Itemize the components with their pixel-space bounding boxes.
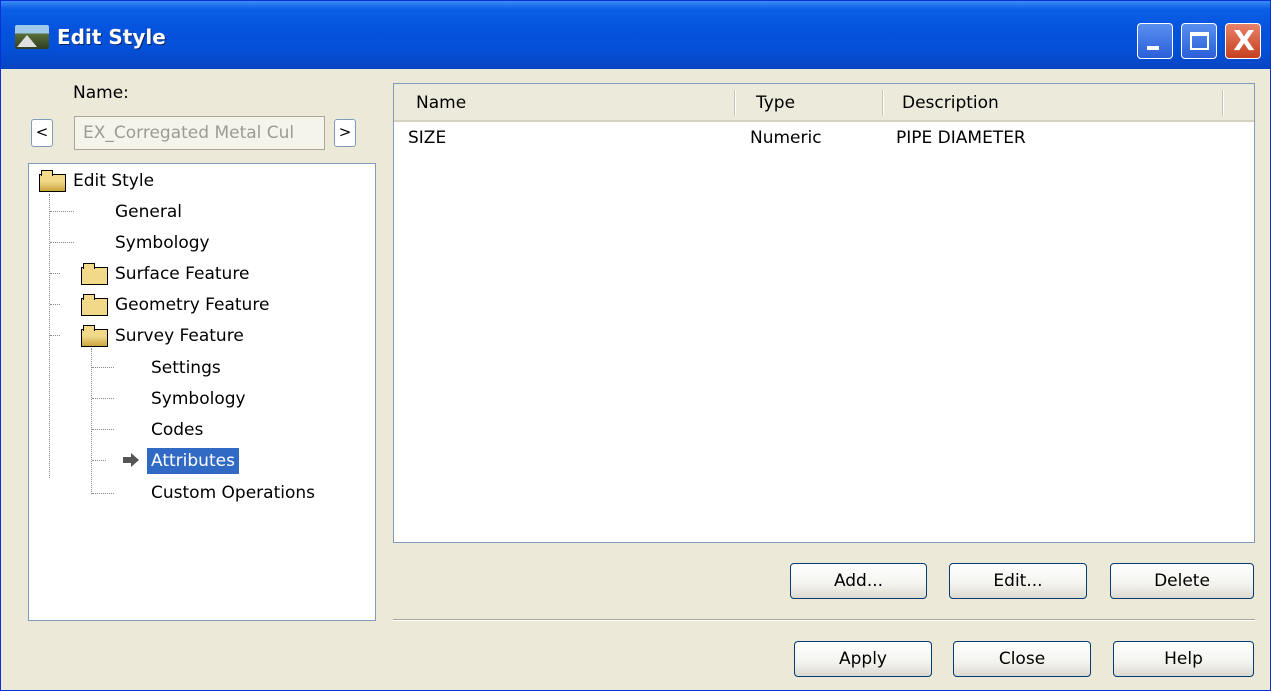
name-label: Name: xyxy=(73,83,129,103)
tree-item-symbology[interactable]: Symbology xyxy=(115,230,210,256)
style-tree[interactable]: Edit Style General Symbology Surface Fea… xyxy=(28,163,376,621)
tree-connector-line xyxy=(50,211,74,212)
help-button[interactable]: Help xyxy=(1113,641,1254,677)
delete-button[interactable]: Delete xyxy=(1110,563,1254,599)
tree-connector-line xyxy=(92,493,114,494)
close-button[interactable]: Close xyxy=(953,641,1091,677)
cell-type: Numeric xyxy=(750,128,822,148)
close-icon: X xyxy=(1233,24,1255,57)
tree-connector-line xyxy=(91,348,92,494)
edit-button[interactable]: Edit... xyxy=(949,563,1087,599)
app-landscape-icon xyxy=(15,25,49,49)
tree-connector-line xyxy=(92,460,106,461)
column-header-type[interactable]: Type xyxy=(742,84,795,120)
style-name-field: EX_Corregated Metal Cul xyxy=(74,116,325,150)
next-style-button[interactable]: > xyxy=(334,119,356,147)
tree-item-general[interactable]: General xyxy=(115,199,182,225)
folder-icon xyxy=(81,263,108,285)
tree-connector-line xyxy=(92,398,114,399)
tree-connector-line xyxy=(92,367,114,368)
tree-item-codes[interactable]: Codes xyxy=(151,417,203,443)
column-separator[interactable] xyxy=(734,90,735,116)
tree-connector-line xyxy=(50,335,60,336)
cell-name: SIZE xyxy=(408,128,447,148)
open-folder-icon xyxy=(39,170,66,192)
title-bar[interactable]: Edit Style X xyxy=(1,1,1270,69)
table-row[interactable]: SIZE Numeric PIPE DIAMETER xyxy=(394,124,1254,152)
maximize-icon xyxy=(1190,32,1209,50)
add-button[interactable]: Add... xyxy=(790,563,927,599)
attribute-list[interactable]: Name Type Description SIZE Numeric PIPE … xyxy=(393,83,1255,543)
folder-icon xyxy=(81,294,108,316)
minimize-button[interactable] xyxy=(1137,23,1173,59)
column-separator[interactable] xyxy=(882,90,883,116)
minimize-icon xyxy=(1147,46,1159,50)
edit-style-window: Edit Style X Name: < EX_Corregated Metal… xyxy=(0,0,1271,691)
tree-connector-line xyxy=(50,242,74,243)
tree-item-attributes[interactable]: Attributes xyxy=(147,448,239,474)
tree-connector-line xyxy=(50,273,60,274)
open-folder-icon xyxy=(81,325,108,347)
window-title: Edit Style xyxy=(57,25,166,49)
cell-description: PIPE DIAMETER xyxy=(896,128,1026,148)
column-separator[interactable] xyxy=(1222,90,1223,116)
arrow-right-icon xyxy=(123,453,139,467)
divider xyxy=(393,619,1255,621)
tree-item-edit-style[interactable]: Edit Style xyxy=(73,168,154,194)
tree-item-survey-feature[interactable]: Survey Feature xyxy=(115,323,244,349)
apply-button[interactable]: Apply xyxy=(794,641,932,677)
close-window-button[interactable]: X xyxy=(1225,23,1261,59)
tree-item-settings[interactable]: Settings xyxy=(151,355,221,381)
tree-item-geometry-feature[interactable]: Geometry Feature xyxy=(115,292,269,318)
previous-style-button[interactable]: < xyxy=(31,119,53,147)
list-header: Name Type Description xyxy=(394,84,1254,122)
tree-item-custom-operations[interactable]: Custom Operations xyxy=(151,480,315,506)
column-header-description[interactable]: Description xyxy=(888,84,999,120)
tree-item-surface-feature[interactable]: Surface Feature xyxy=(115,261,249,287)
tree-connector-line xyxy=(50,304,60,305)
maximize-button[interactable] xyxy=(1181,23,1217,59)
tree-item-survey-symbology[interactable]: Symbology xyxy=(151,386,246,412)
column-header-name[interactable]: Name xyxy=(402,84,466,120)
tree-connector-line xyxy=(49,194,50,478)
tree-connector-line xyxy=(92,429,114,430)
